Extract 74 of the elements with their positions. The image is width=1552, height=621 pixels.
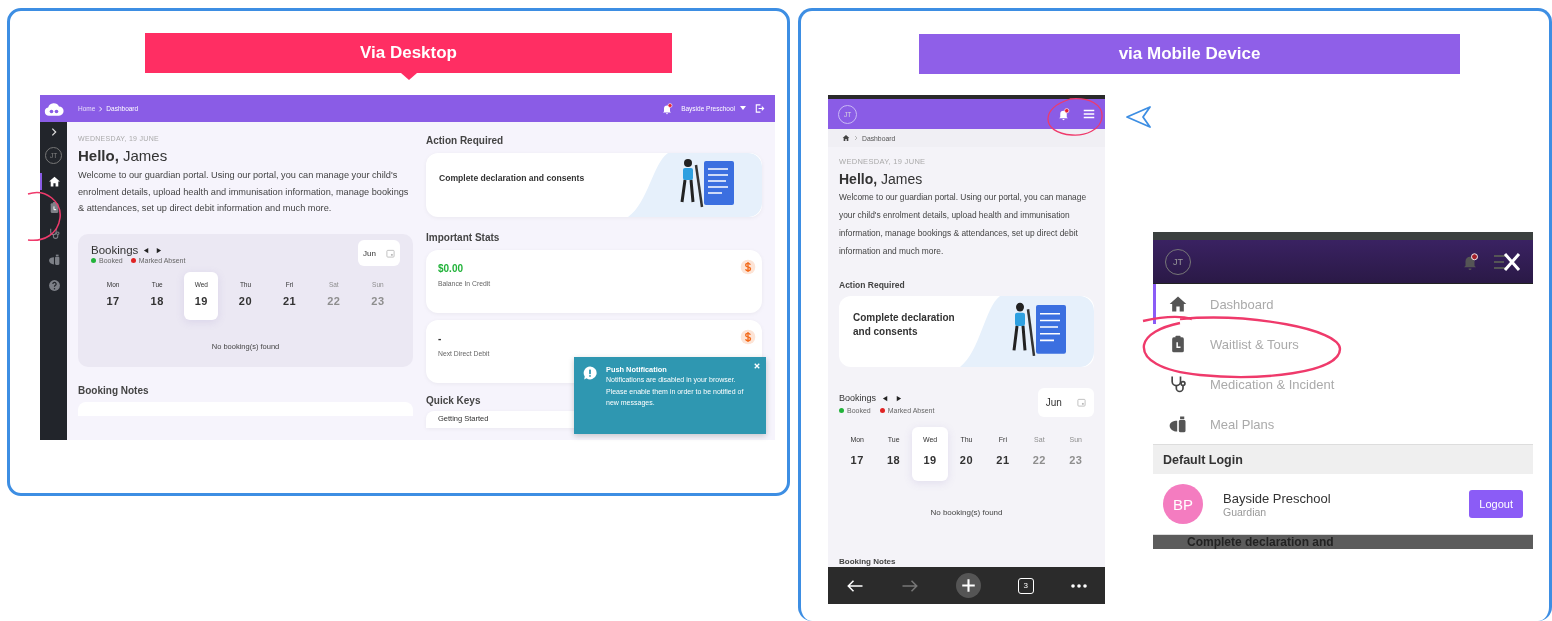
day-date: 20 (238, 295, 253, 308)
home-icon (48, 175, 61, 188)
stat-value: - (438, 333, 443, 344)
banner-title: via Mobile Device (919, 34, 1460, 74)
section-title: Action Required (426, 135, 505, 146)
day-date: 21 (283, 295, 297, 308)
logout-button[interactable]: Logout (1469, 490, 1523, 518)
greeting: Hello, James (78, 147, 169, 164)
section-title: Action Required (839, 280, 906, 290)
banner-title: Via Desktop (145, 33, 672, 73)
day-date: 20 (959, 454, 974, 466)
bottles-icon (1168, 414, 1188, 434)
bell-icon[interactable] (1057, 107, 1070, 121)
section-title: Quick Keys (426, 395, 481, 406)
month-picker[interactable]: Jun (358, 240, 400, 267)
tab-count[interactable]: 3 (1017, 577, 1034, 594)
day-date: 19 (194, 295, 208, 308)
day-date: 22 (327, 295, 341, 308)
day-date: 17 (850, 454, 864, 466)
empty-message: No booking(s) found (929, 508, 1004, 517)
account-role: Guardian (1223, 505, 1267, 518)
breadcrumb-separator-icon (854, 135, 858, 141)
section-title: Bookings (839, 393, 877, 403)
previous-icon[interactable] (143, 246, 151, 254)
stethoscope-icon (1168, 374, 1188, 394)
section-title: Bookings (91, 244, 139, 257)
section-title: Booking Notes (78, 385, 150, 397)
month-picker[interactable]: Jun (1038, 388, 1094, 417)
next-icon[interactable] (155, 246, 163, 254)
info-icon (583, 366, 597, 380)
action-card[interactable]: Complete declaration and consents (839, 296, 1094, 367)
action-card[interactable]: Complete declaration and consents (426, 153, 762, 217)
day-date: 18 (150, 295, 164, 308)
day-date: 23 (371, 295, 385, 308)
new-tab-icon[interactable] (956, 573, 981, 598)
day-date: 23 (1069, 454, 1083, 466)
previous-icon[interactable] (882, 394, 890, 402)
intro-text: Welcome to our guardian portal. Using our portal, you can manage your child's enrolment details, upload health and immunisation information, manage bookings & attendances, set up direct debit information and much more. (839, 191, 1088, 258)
day-date: 19 (923, 454, 937, 466)
section-title: Important Stats (426, 232, 501, 243)
stat-value: $0.00 (438, 263, 465, 274)
banner-pointer-icon (400, 73, 417, 80)
day-date: 18 (887, 454, 901, 466)
breadcrumb-separator-icon (98, 105, 104, 112)
section-header: Default Login (1153, 444, 1533, 474)
dollar-icon (740, 329, 756, 345)
help-icon (48, 279, 61, 292)
dimmed-card-title: Complete declaration and (1187, 535, 1334, 549)
section-title: Booking Notes (839, 557, 897, 567)
close-icon[interactable] (1493, 250, 1521, 273)
avatar: BP (1163, 484, 1203, 524)
bottles-icon (48, 253, 61, 266)
day-date: 21 (996, 454, 1010, 466)
cloud-logo-icon[interactable] (43, 100, 64, 117)
next-icon[interactable] (895, 394, 903, 402)
greeting: Hello, James (839, 171, 924, 187)
bell-icon[interactable] (661, 102, 674, 115)
home-icon (1168, 294, 1188, 314)
menu-icon[interactable] (1082, 108, 1096, 120)
caret-icon (740, 106, 746, 111)
pointer-arrow-icon (1125, 105, 1152, 129)
more-icon[interactable] (1070, 583, 1087, 588)
dollar-icon (740, 259, 756, 275)
logout-icon[interactable] (754, 103, 765, 114)
clipboard-clock-icon (48, 201, 61, 214)
stethoscope-icon (48, 227, 61, 240)
intro-text: Welcome to our guardian portal. Using our portal, you can manage your child's enrolment details, upload health and immunisation information, manage bookings & attendances, set up direct debit information and much more. (78, 169, 410, 216)
calendar-icon (385, 248, 395, 258)
home-icon[interactable] (842, 134, 850, 142)
day-date: 17 (106, 295, 120, 308)
account-name: Bayside Preschool (1223, 490, 1332, 506)
day-date: 22 (1032, 454, 1046, 466)
back-icon[interactable] (846, 578, 865, 593)
calendar-icon (1077, 398, 1087, 407)
